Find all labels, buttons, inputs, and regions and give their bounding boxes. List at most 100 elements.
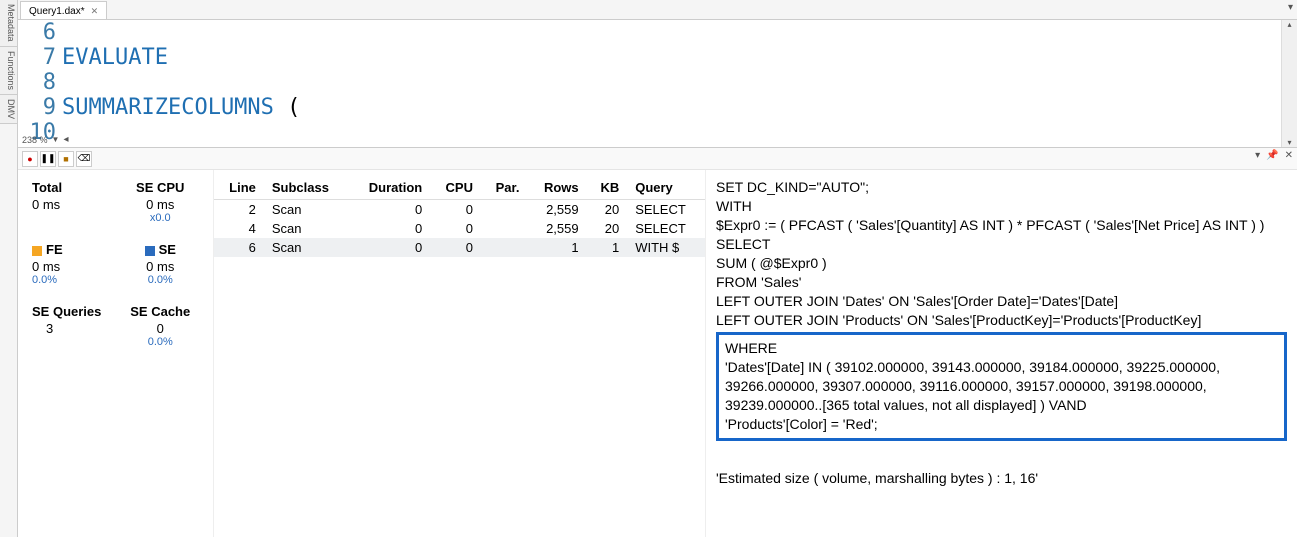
metric-se-value: 0 ms	[118, 259, 204, 274]
sql-line: $Expr0 := ( PFCAST ( 'Sales'[Quantity] A…	[716, 216, 1287, 235]
metric-total-header: Total	[32, 180, 118, 195]
table-row[interactable]: 4Scan002,55920SELECT	[214, 219, 705, 238]
sql-line: SELECT	[716, 235, 1287, 254]
table-cell: 2	[214, 200, 264, 220]
table-cell: 1	[527, 238, 586, 257]
table-cell: 20	[587, 219, 628, 238]
line-number: 6	[18, 20, 56, 45]
col-rows[interactable]: Rows	[527, 176, 586, 200]
table-cell: SELECT	[627, 219, 705, 238]
table-row[interactable]: 6Scan0011WITH $	[214, 238, 705, 257]
line-number: 8	[18, 70, 56, 95]
pin-icon[interactable]: 📌	[1266, 150, 1278, 161]
col-kb[interactable]: KB	[587, 176, 628, 200]
stop-button[interactable]: ■	[58, 151, 74, 167]
metric-seq-header: SE Queries	[32, 304, 118, 319]
metric-se-header: SE	[118, 242, 204, 257]
zoom-indicator[interactable]: 238 % ▼ ◂	[22, 134, 68, 145]
file-tab-label: Query1.dax*	[29, 6, 85, 17]
col-duration[interactable]: Duration	[349, 176, 430, 200]
chevron-down-icon[interactable]: ▾	[1255, 150, 1260, 161]
events-table-area: Line Subclass Duration CPU Par. Rows KB …	[214, 170, 705, 537]
table-cell: 6	[214, 238, 264, 257]
table-row[interactable]: 2Scan002,55920SELECT	[214, 200, 705, 220]
metric-fe-header: FE	[32, 242, 118, 257]
tabbar: Query1.dax* ✕ ▾	[18, 0, 1297, 20]
close-icon[interactable]: ✕	[91, 6, 99, 17]
zoom-value: 238 %	[22, 135, 48, 145]
metric-secpu-value: 0 ms	[118, 197, 204, 212]
table-cell: 20	[587, 200, 628, 220]
sql-line: LEFT OUTER JOIN 'Dates' ON 'Sales'[Order…	[716, 292, 1287, 311]
sql-line: WITH	[716, 197, 1287, 216]
se-swatch	[145, 246, 155, 256]
line-gutter: 6 7 8 9 10	[18, 20, 62, 147]
estimated-size: 'Estimated size ( volume, marshalling by…	[716, 469, 1287, 488]
scroll-up-icon[interactable]: ▴	[1287, 20, 1291, 29]
tab-metadata[interactable]: Metadata	[0, 0, 17, 47]
metric-sec-header: SE Cache	[118, 304, 204, 319]
where-highlight-box: WHERE 'Dates'[Date] IN ( 39102.000000, 3…	[716, 332, 1287, 441]
table-cell: SELECT	[627, 200, 705, 220]
table-cell: 0	[430, 200, 481, 220]
code-content: EVALUATE SUMMARIZECOLUMNS ( __DS0FilterT…	[62, 20, 1281, 147]
table-cell	[481, 219, 528, 238]
sql-line: SET DC_KIND="AUTO";	[716, 178, 1287, 197]
table-header-row: Line Subclass Duration CPU Par. Rows KB …	[214, 176, 705, 200]
table-cell: 0	[349, 219, 430, 238]
editor-scrollbar[interactable]: ▴ ▾	[1281, 20, 1297, 147]
metric-fe-value: 0 ms	[32, 259, 118, 274]
sql-line: 'Dates'[Date] IN ( 39102.000000, 39143.0…	[725, 358, 1278, 415]
code-editor[interactable]: 6 7 8 9 10 EVALUATE SUMMARIZECOLUMNS ( _…	[18, 20, 1297, 148]
col-cpu[interactable]: CPU	[430, 176, 481, 200]
table-cell: 4	[214, 219, 264, 238]
metrics-panel: Total 0 ms SE CPU 0 ms x0.0 FE 0 ms 0.0%…	[18, 170, 214, 537]
table-cell: 0	[349, 238, 430, 257]
table-cell	[481, 200, 528, 220]
col-subclass[interactable]: Subclass	[264, 176, 349, 200]
clear-button[interactable]: ⌫	[76, 151, 92, 167]
metric-secpu-header: SE CPU	[118, 180, 204, 195]
table-cell: 0	[430, 219, 481, 238]
file-tab[interactable]: Query1.dax* ✕	[20, 1, 107, 19]
events-table: Line Subclass Duration CPU Par. Rows KB …	[214, 176, 705, 257]
metric-sec-value: 0	[118, 321, 204, 336]
record-button[interactable]: ●	[22, 151, 38, 167]
table-cell: Scan	[264, 238, 349, 257]
col-query[interactable]: Query	[627, 176, 705, 200]
metric-se-pct: 0.0%	[118, 274, 204, 286]
sql-line: SUM ( @$Expr0 )	[716, 254, 1287, 273]
metric-seq-value: 3	[32, 321, 118, 336]
table-cell: Scan	[264, 219, 349, 238]
code-token: (	[287, 95, 300, 120]
close-icon[interactable]: ✕	[1285, 150, 1293, 161]
metric-fe-pct: 0.0%	[32, 274, 118, 286]
code-token: SUMMARIZECOLUMNS	[62, 95, 287, 120]
table-cell: 2,559	[527, 200, 586, 220]
sql-line: LEFT OUTER JOIN 'Products' ON 'Sales'[Pr…	[716, 311, 1287, 330]
sql-line: WHERE	[725, 339, 1278, 358]
query-text-area[interactable]: SET DC_KIND="AUTO"; WITH $Expr0 := ( PFC…	[705, 170, 1297, 537]
table-cell: 2,559	[527, 219, 586, 238]
collapse-icon[interactable]: ◂	[63, 134, 68, 145]
table-cell	[481, 238, 528, 257]
sql-line: FROM 'Sales'	[716, 273, 1287, 292]
table-cell: 0	[349, 200, 430, 220]
tabbar-menu-icon[interactable]: ▾	[1288, 2, 1293, 13]
col-line[interactable]: Line	[214, 176, 264, 200]
sql-line: 'Products'[Color] = 'Red';	[725, 415, 1278, 434]
metric-secpu-mult: x0.0	[118, 212, 204, 224]
col-par[interactable]: Par.	[481, 176, 528, 200]
tab-dmv[interactable]: DMV	[0, 95, 17, 124]
fe-swatch	[32, 246, 42, 256]
code-token: EVALUATE	[62, 45, 168, 70]
scroll-down-icon[interactable]: ▾	[1287, 138, 1291, 147]
side-tabs: Metadata Functions DMV	[0, 0, 18, 537]
table-cell: 1	[587, 238, 628, 257]
metric-sec-pct: 0.0%	[118, 336, 204, 348]
tab-functions[interactable]: Functions	[0, 47, 17, 95]
line-number: 7	[18, 45, 56, 70]
line-number: 9	[18, 95, 56, 120]
table-cell: 0	[430, 238, 481, 257]
pause-button[interactable]: ❚❚	[40, 151, 56, 167]
